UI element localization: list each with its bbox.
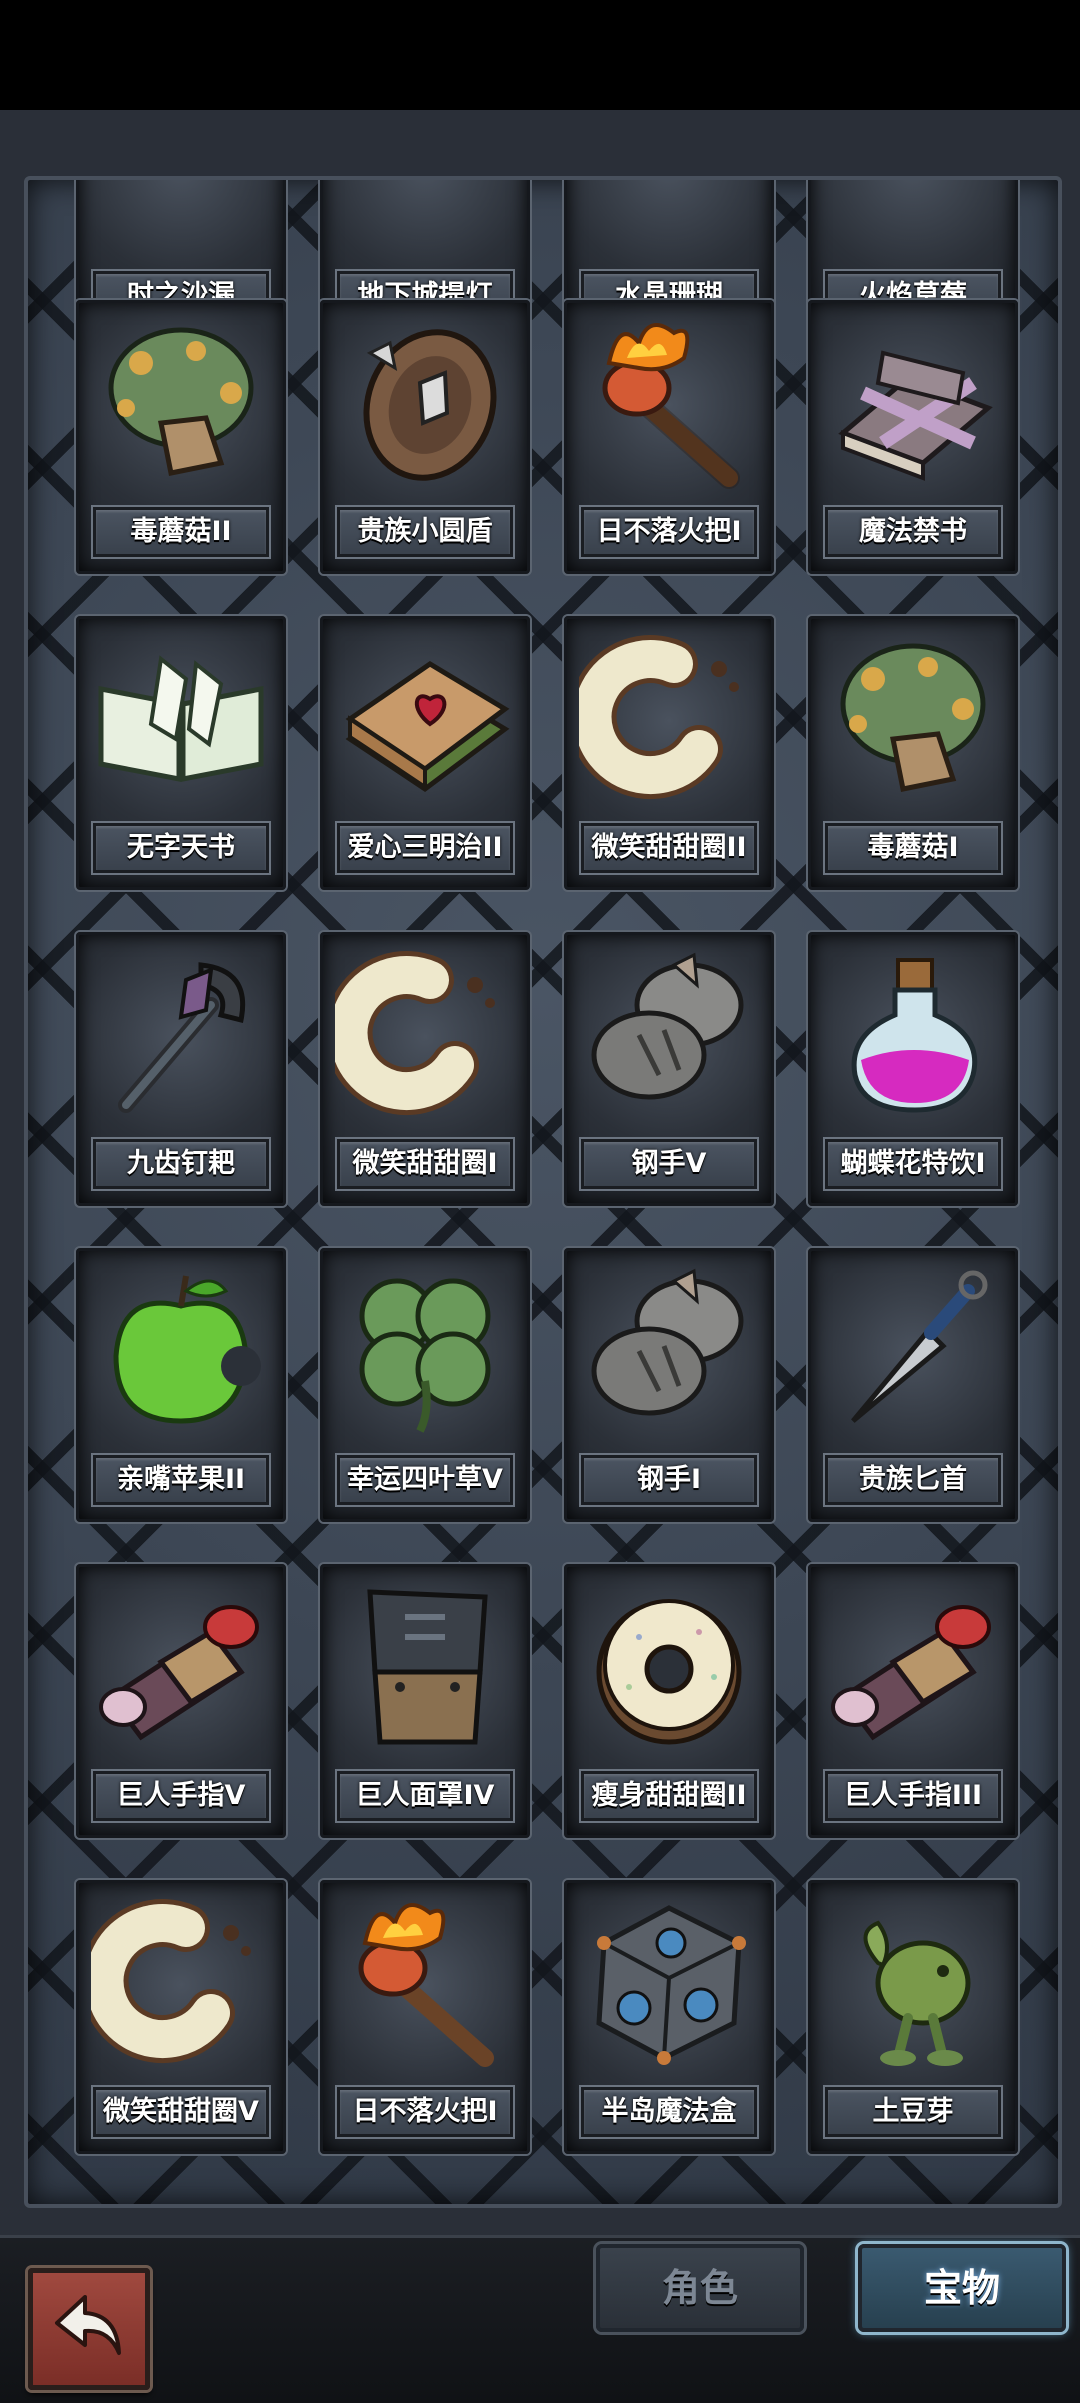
potion-bottle-icon [851, 958, 978, 1113]
magic-cube-icon [596, 1905, 746, 2065]
item-card[interactable]: 贵族小圆盾 [320, 300, 530, 574]
item-card[interactable]: 巨人面罩IV [320, 1564, 530, 1838]
item-card[interactable]: 蝴蝶花特饮I [808, 932, 1018, 1206]
item-card[interactable]: 半岛魔法盒 [564, 1880, 774, 2154]
potato-sprout-icon [863, 1920, 971, 2066]
status-bar [0, 0, 1080, 110]
item-label: 日不落火把I [581, 507, 757, 557]
smile-donut-icon [335, 951, 495, 1116]
giant-finger-icon [99, 1605, 259, 1741]
item-label: 毒蘑菇II [93, 507, 269, 557]
item-label: 毒蘑菇I [825, 823, 1001, 873]
item-card[interactable]: 巨人手指V [76, 1564, 286, 1838]
poison-mushroom-icon [840, 643, 986, 792]
item-label: 微笑甜甜圈II [581, 823, 757, 873]
smile-donut-icon [579, 635, 739, 800]
item-card[interactable]: 微笑甜甜圈V [76, 1880, 286, 2154]
item-card[interactable]: 微笑甜甜圈I [320, 932, 530, 1206]
back-button[interactable] [28, 2268, 150, 2390]
item-label: 贵族小圆盾 [337, 507, 513, 557]
item-card[interactable]: 幸运四叶草V [320, 1248, 530, 1522]
four-leaf-clover-icon [359, 1278, 491, 1433]
item-card[interactable]: 贵族匕首 [808, 1248, 1018, 1522]
item-label: 微笑甜甜圈I [337, 1139, 513, 1189]
item-card[interactable]: 钢手I [564, 1248, 774, 1522]
item-card[interactable]: 魔法禁书 [808, 300, 1018, 574]
item-label: 土豆芽 [825, 2087, 1001, 2137]
item-label: 蝴蝶花特饮I [825, 1139, 1001, 1189]
item-label: 钢手V [581, 1139, 757, 1189]
item-label: 半岛魔法盒 [581, 2087, 757, 2137]
item-label: 爱心三明治II [337, 823, 513, 873]
item-card[interactable]: 微笑甜甜圈II [564, 616, 774, 890]
heart-sandwich-icon [345, 661, 510, 793]
rake-icon [118, 962, 246, 1113]
item-label: 微笑甜甜圈V [93, 2087, 269, 2137]
back-arrow-icon [55, 2295, 121, 2355]
item-card[interactable]: 瘦身甜甜圈II [564, 1564, 774, 1838]
item-label: 贵族匕首 [825, 1455, 1001, 1505]
item-label: 巨人手指V [93, 1771, 269, 1821]
bottom-bar: 角色 宝物 [0, 2235, 1080, 2403]
item-card[interactable]: 日不落火把I [320, 1880, 530, 2154]
item-card[interactable]: 钢手V [564, 932, 774, 1206]
torch-icon [602, 323, 740, 489]
item-card[interactable]: 毒蘑菇I [808, 616, 1018, 890]
item-label: 巨人面罩IV [337, 1771, 513, 1821]
inventory-frame: 时之沙漏 地下城提灯 水晶珊瑚 火焰草莓 毒蘑菇II 贵族小圆盾 日不落火把I … [0, 110, 1080, 2235]
item-card[interactable]: 九齿钉耙 [76, 932, 286, 1206]
item-card[interactable]: 无字天书 [76, 616, 286, 890]
item-card[interactable]: 毒蘑菇II [76, 300, 286, 574]
item-label: 幸运四叶草V [337, 1455, 513, 1505]
smile-donut-icon [91, 1899, 251, 2064]
blank-book-icon [98, 655, 264, 783]
item-label: 九齿钉耙 [93, 1139, 269, 1189]
item-label: 无字天书 [93, 823, 269, 873]
forbidden-book-icon [838, 350, 993, 481]
steel-gauntlet-icon [591, 952, 744, 1100]
item-card[interactable]: 爱心三明治II [320, 616, 530, 890]
dagger-icon [851, 1270, 988, 1423]
poison-mushroom-icon [108, 327, 254, 476]
item-card[interactable]: 土豆芽 [808, 1880, 1018, 2154]
torch-icon [358, 1903, 494, 2067]
sprinkle-donut-icon [596, 1599, 742, 1745]
giant-finger-icon [831, 1605, 991, 1741]
giant-mask-icon [367, 1589, 488, 1745]
item-card[interactable]: 日不落火把I [564, 300, 774, 574]
item-label: 巨人手指III [825, 1771, 1001, 1821]
tab-treasure[interactable]: 宝物 [858, 2244, 1066, 2332]
round-shield-icon [363, 329, 497, 481]
item-label: 瘦身甜甜圈II [581, 1771, 757, 1821]
bitten-apple-icon [113, 1275, 261, 1424]
tab-role[interactable]: 角色 [596, 2244, 804, 2332]
item-card[interactable]: 巨人手指III [808, 1564, 1018, 1838]
item-label: 日不落火把I [337, 2087, 513, 2137]
item-label: 魔法禁书 [825, 507, 1001, 557]
item-label: 亲嘴苹果II [93, 1455, 269, 1505]
item-label: 钢手I [581, 1455, 757, 1505]
treasure-grid[interactable]: 时之沙漏 地下城提灯 水晶珊瑚 火焰草莓 毒蘑菇II 贵族小圆盾 日不落火把I … [24, 176, 1062, 2208]
item-card[interactable]: 亲嘴苹果II [76, 1248, 286, 1522]
steel-gauntlet-icon [591, 1268, 744, 1416]
